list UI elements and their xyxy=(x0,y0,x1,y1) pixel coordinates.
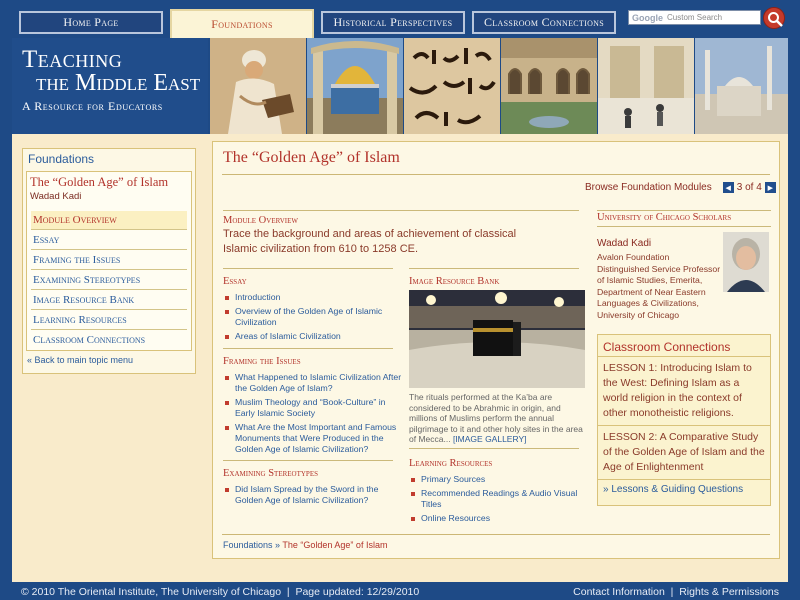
scholar-bio: Avalon Foundation Distinguished Service … xyxy=(597,252,721,320)
site-logo[interactable]: Teaching the Middle East A Resource for … xyxy=(12,38,208,134)
next-module-button[interactable]: ▶ xyxy=(764,182,776,193)
learning-link-readings[interactable]: Recommended Readings & Audio Visual Titl… xyxy=(409,488,585,510)
title-divider xyxy=(222,174,770,175)
learning-links: Primary Sources Recommended Readings & A… xyxy=(409,474,585,527)
image-bank-rule xyxy=(409,268,579,269)
sidebar-module-author: Wadad Kadi xyxy=(30,191,82,202)
sidebar-item-framing-the-issues[interactable]: Framing the Issues xyxy=(31,251,187,270)
banner: Teaching the Middle East A Resource for … xyxy=(12,38,788,134)
stereotypes-rule xyxy=(223,460,393,461)
essay-link-areas[interactable]: Areas of Islamic Civilization xyxy=(223,331,399,342)
guiding-questions-link[interactable]: » Lessons & Guiding Questions xyxy=(598,480,770,499)
essay-link-introduction[interactable]: Introduction xyxy=(223,292,399,303)
image-bank-caption: The rituals performed at the Ka’ba are c… xyxy=(409,392,589,445)
overview-rule xyxy=(223,210,579,211)
page-body: Foundations The “Golden Age” of Islam Wa… xyxy=(12,134,788,582)
arrow-right-icon: ▶ xyxy=(767,184,773,192)
sidebar-module-box: The “Golden Age” of Islam Wadad Kadi Mod… xyxy=(26,171,192,351)
image-gallery-link[interactable]: [IMAGE GALLERY] xyxy=(453,434,527,444)
search-input[interactable]: Google Custom Search xyxy=(628,10,761,25)
footer: © 2010 The Oriental Institute, The Unive… xyxy=(12,582,788,600)
framing-heading: Framing the Issues xyxy=(223,356,301,367)
framing-link-theology[interactable]: Muslim Theology and “Book-Culture” in Ea… xyxy=(223,397,403,419)
stereotypes-heading: Examining Stereotypes xyxy=(223,468,318,479)
banner-photo-calligraphy xyxy=(404,38,500,134)
breadcrumb-current: The “Golden Age” of Islam xyxy=(282,540,388,550)
image-bank-heading: Image Resource Bank xyxy=(409,276,500,287)
logo-line-2: the Middle East xyxy=(36,70,201,96)
scholar-photo xyxy=(723,232,769,292)
main-content: The “Golden Age” of Islam Browse Foundat… xyxy=(212,141,780,559)
learning-link-primary-sources[interactable]: Primary Sources xyxy=(409,474,585,485)
back-to-main-menu-link[interactable]: « Back to main topic menu xyxy=(27,355,133,365)
google-logo: Google xyxy=(632,12,663,23)
tab-home-page[interactable]: Home Page xyxy=(19,11,163,34)
prev-module-button[interactable]: ◀ xyxy=(722,182,734,193)
footer-links: Contact Information | Rights & Permissio… xyxy=(573,586,779,598)
sidebar-item-image-resource-bank[interactable]: Image Resource Bank xyxy=(31,291,187,310)
kaaba-photo[interactable] xyxy=(409,290,585,388)
banner-photo-courtyard xyxy=(501,38,597,134)
framing-link-monuments[interactable]: What Are the Most Important and Famous M… xyxy=(223,422,403,455)
rights-permissions-link[interactable]: Rights & Permissions xyxy=(679,586,779,598)
page-counter: 3 of 4 xyxy=(736,182,762,193)
framing-links: What Happened to Islamic Civilization Af… xyxy=(223,372,403,458)
banner-photo-manuscript xyxy=(210,38,306,134)
sidebar: Foundations The “Golden Age” of Islam Wa… xyxy=(22,148,196,374)
logo-line-1: Teaching xyxy=(22,46,123,73)
classroom-connections-title[interactable]: Classroom Connections xyxy=(598,335,770,357)
top-navigation: Home Page Foundations Historical Perspec… xyxy=(0,0,800,38)
classroom-connections-box: Classroom Connections LESSON 1: Introduc… xyxy=(597,334,771,506)
breadcrumb-root[interactable]: Foundations xyxy=(223,540,273,550)
scholars-rule-top xyxy=(597,210,771,211)
framing-rule xyxy=(223,348,393,349)
browse-label: Browse Foundation Modules xyxy=(585,182,712,193)
tab-classroom-connections[interactable]: Classroom Connections xyxy=(472,11,616,34)
learning-rule xyxy=(409,448,579,449)
footer-separator: | xyxy=(664,586,680,598)
essay-links: Introduction Overview of the Golden Age … xyxy=(223,292,399,345)
lesson-2-link[interactable]: LESSON 2: A Comparative Study of the Gol… xyxy=(598,426,770,480)
search-icon xyxy=(768,12,783,27)
learning-heading: Learning Resources xyxy=(409,458,493,469)
sidebar-module-title[interactable]: The “Golden Age” of Islam xyxy=(27,172,191,190)
banner-photo-dome xyxy=(307,38,403,134)
arrow-left-icon: ◀ xyxy=(725,184,731,192)
tab-foundations[interactable]: Foundations xyxy=(170,9,314,38)
sidebar-item-classroom-connections[interactable]: Classroom Connections xyxy=(31,331,187,350)
page-title: The “Golden Age” of Islam xyxy=(223,149,400,166)
sidebar-item-module-overview[interactable]: Module Overview xyxy=(31,211,187,230)
sidebar-item-essay[interactable]: Essay xyxy=(31,231,187,250)
module-overview-text: Trace the background and areas of achiev… xyxy=(223,228,517,255)
breadcrumb-separator: » xyxy=(272,540,283,550)
sidebar-item-examining-stereotypes[interactable]: Examining Stereotypes xyxy=(31,271,187,290)
search-placeholder: Custom Search xyxy=(667,13,723,22)
scholars-rule-bottom xyxy=(597,226,771,227)
breadcrumb-rule xyxy=(222,534,770,535)
footer-copyright: © 2010 The Oriental Institute, The Unive… xyxy=(21,586,420,598)
contact-information-link[interactable]: Contact Information xyxy=(573,586,665,598)
stereotypes-links: Did Islam Spread by the Sword in the Gol… xyxy=(223,484,393,509)
tab-historical-perspectives[interactable]: Historical Perspectives xyxy=(321,11,465,34)
browse-modules: Browse Foundation Modules ◀ 3 of 4 ▶ xyxy=(585,182,779,193)
stereotypes-link-sword[interactable]: Did Islam Spread by the Sword in the Gol… xyxy=(223,484,393,506)
search-button[interactable] xyxy=(763,7,785,29)
breadcrumb: Foundations » The “Golden Age” of Islam xyxy=(223,540,387,550)
scholar-name[interactable]: Wadad Kadi xyxy=(597,238,651,249)
framing-link-what-happened[interactable]: What Happened to Islamic Civilization Af… xyxy=(223,372,403,394)
banner-photo-minarets xyxy=(695,38,788,134)
essay-heading: Essay xyxy=(223,276,247,287)
lesson-1-link[interactable]: LESSON 1: Introducing Islam to the West:… xyxy=(598,357,770,426)
essay-link-overview[interactable]: Overview of the Golden Age of Islamic Ci… xyxy=(223,306,399,328)
sidebar-header[interactable]: Foundations xyxy=(23,149,195,169)
logo-tagline: A Resource for Educators xyxy=(22,99,163,113)
scholars-heading: University of Chicago Scholars xyxy=(597,212,732,223)
sidebar-item-learning-resources[interactable]: Learning Resources xyxy=(31,311,187,330)
module-overview-heading: Module Overview xyxy=(223,215,298,226)
learning-link-online[interactable]: Online Resources xyxy=(409,513,585,524)
banner-photo-mosque xyxy=(598,38,694,134)
essay-rule xyxy=(223,268,393,269)
